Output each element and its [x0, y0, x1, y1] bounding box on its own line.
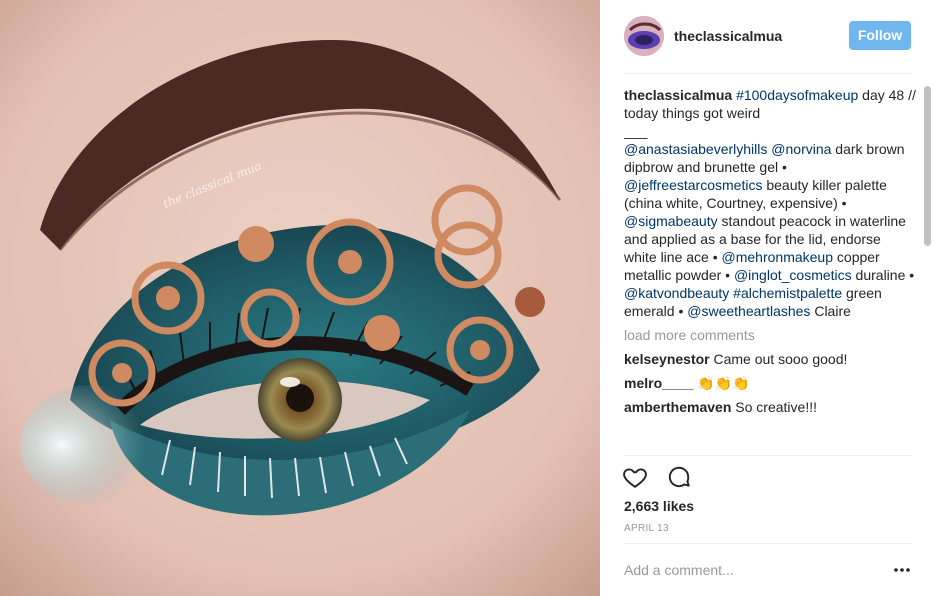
caption-link[interactable]: @anastasiabeverlyhills — [624, 141, 767, 157]
comment-row: amberthemaven So creative!!! — [624, 398, 916, 416]
post-date[interactable]: APRIL 13 — [624, 523, 669, 534]
likes-count[interactable]: 2,663 likes — [624, 498, 694, 514]
caption-link[interactable]: @mehronmakeup — [722, 249, 834, 265]
avatar[interactable] — [624, 16, 664, 56]
follow-button[interactable]: Follow — [849, 21, 911, 50]
comment-text: So creative!!! — [731, 399, 817, 415]
actions-divider — [624, 455, 912, 456]
comments-scrollbar[interactable] — [924, 86, 931, 246]
post-image[interactable]: the classical mua — [0, 0, 600, 596]
caption-link[interactable]: @katvondbeauty — [624, 285, 729, 301]
action-bar — [622, 464, 706, 490]
ellipsis-icon[interactable] — [892, 562, 912, 578]
comments-list[interactable]: theclassicalmua #100daysofmakeup day 48 … — [624, 86, 916, 454]
comment-username[interactable]: kelseynestor — [624, 351, 710, 367]
caption-link[interactable]: @norvina — [771, 141, 831, 157]
post-side-panel: theclassicalmua Follow theclassicalmua #… — [600, 0, 934, 596]
header-username[interactable]: theclassicalmua — [674, 27, 782, 45]
header-divider — [624, 73, 912, 74]
post-header: theclassicalmua Follow — [600, 0, 934, 72]
comment-row: melro____ 👏👏👏 — [624, 374, 916, 392]
caption-link[interactable]: @sweetheartlashes — [687, 303, 810, 319]
comment-row: kelseynestor Came out sooo good! — [624, 350, 916, 368]
caption-text: #100daysofmakeup day 48 // today things … — [624, 87, 916, 319]
comment-rows: kelseynestor Came out sooo good! melro___… — [624, 350, 916, 416]
caption-link[interactable]: #100daysofmakeup — [736, 87, 858, 103]
comment-username[interactable]: melro____ — [624, 375, 693, 391]
comment-text: Came out sooo good! — [709, 351, 848, 367]
caption-text-segment: Claire — [810, 303, 851, 319]
caption-link[interactable]: @jeffreestarcosmetics — [624, 177, 762, 193]
add-comment-input[interactable] — [624, 560, 874, 580]
caption-link[interactable]: @sigmabeauty — [624, 213, 718, 229]
caption-separator: ___ — [624, 123, 648, 139]
heart-icon[interactable] — [622, 464, 648, 490]
caption-text-segment: duraline • — [851, 267, 915, 283]
load-more-comments[interactable]: load more comments — [624, 326, 916, 344]
caption-link[interactable]: #alchemistpalette — [733, 285, 842, 301]
caption: theclassicalmua #100daysofmakeup day 48 … — [624, 86, 916, 320]
caption-link[interactable]: @inglot_cosmetics — [734, 267, 852, 283]
caption-username[interactable]: theclassicalmua — [624, 87, 732, 103]
post-photo-illustration: the classical mua — [0, 0, 600, 596]
speech-bubble-icon[interactable] — [666, 464, 692, 490]
comment-text: 👏👏👏 — [693, 375, 750, 391]
comment-input-divider — [624, 543, 912, 544]
comment-username[interactable]: amberthemaven — [624, 399, 731, 415]
